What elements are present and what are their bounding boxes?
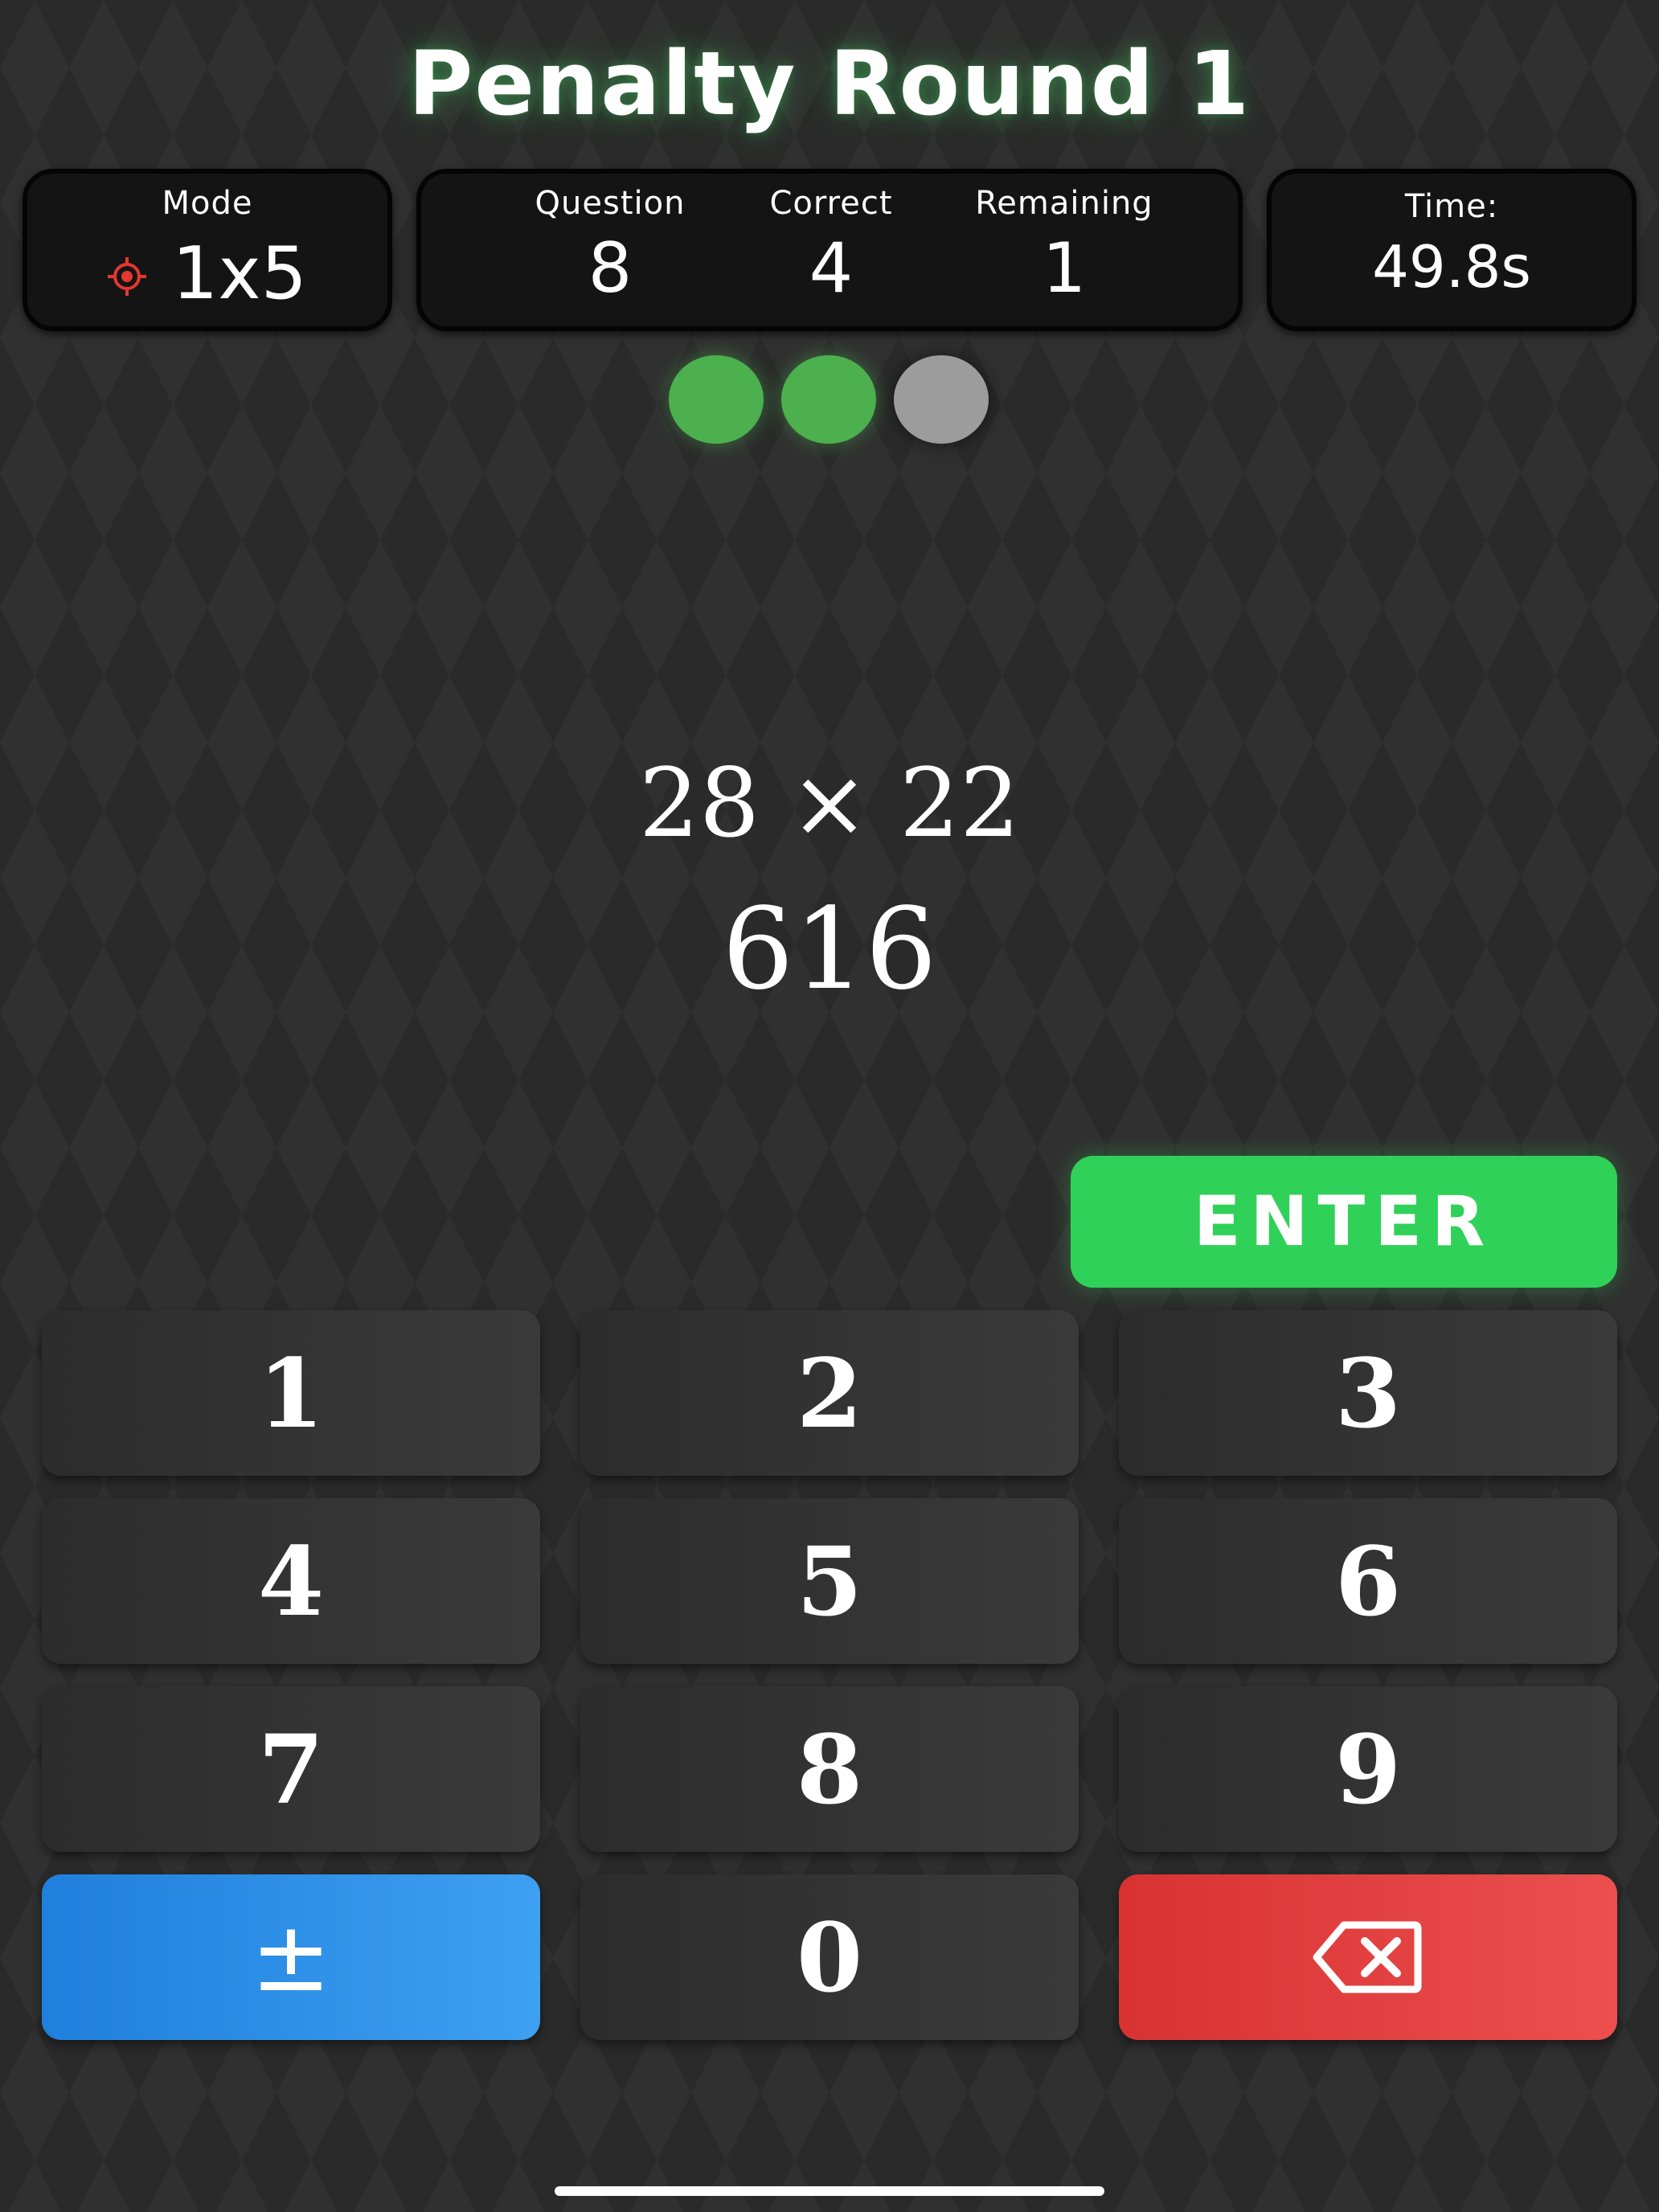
progress-panel: Question 8 Correct 4 Remaining 1: [416, 169, 1243, 331]
correct-value: 4: [809, 228, 854, 309]
mode-panel: Mode 1x5: [23, 169, 392, 331]
remaining-value: 1: [1042, 228, 1087, 309]
key-9[interactable]: 9: [1119, 1686, 1617, 1852]
timer-value: 49.8s: [1372, 233, 1531, 301]
correct-label: Correct: [769, 185, 893, 222]
page-title: Penalty Round 1: [408, 32, 1251, 135]
key-8[interactable]: 8: [580, 1686, 1079, 1852]
attempt-indicators: [669, 355, 990, 449]
key-5[interactable]: 5: [580, 1498, 1079, 1664]
home-indicator[interactable]: [555, 2186, 1104, 2196]
key-6[interactable]: 6: [1119, 1498, 1617, 1664]
key-2[interactable]: 2: [580, 1310, 1079, 1476]
target-icon: [108, 256, 147, 296]
backspace-icon: [1313, 1921, 1422, 1993]
remaining-label: Remaining: [975, 185, 1153, 222]
timer-label: Time:: [1404, 188, 1499, 225]
key-4[interactable]: 4: [42, 1498, 540, 1664]
mode-value: 1x5: [172, 231, 307, 316]
attempt-dot-correct: [669, 355, 764, 444]
key-0[interactable]: 0: [580, 1874, 1079, 2040]
key-1[interactable]: 1: [42, 1310, 540, 1476]
problem-expression: 28 × 22: [638, 748, 1021, 858]
plus-minus-button[interactable]: ±: [42, 1874, 540, 2040]
question-label: Question: [535, 185, 686, 222]
timer-panel: Time: 49.8s: [1267, 169, 1636, 331]
key-3[interactable]: 3: [1119, 1310, 1617, 1476]
question-value: 8: [588, 228, 633, 309]
backspace-button[interactable]: [1119, 1874, 1617, 2040]
answer-display: 616: [722, 884, 937, 1015]
attempt-dot-correct: [781, 355, 876, 444]
enter-button[interactable]: ENTER: [1071, 1156, 1617, 1288]
key-7[interactable]: 7: [42, 1686, 540, 1852]
mode-label: Mode: [162, 185, 253, 222]
attempt-dot-pending: [894, 355, 989, 444]
